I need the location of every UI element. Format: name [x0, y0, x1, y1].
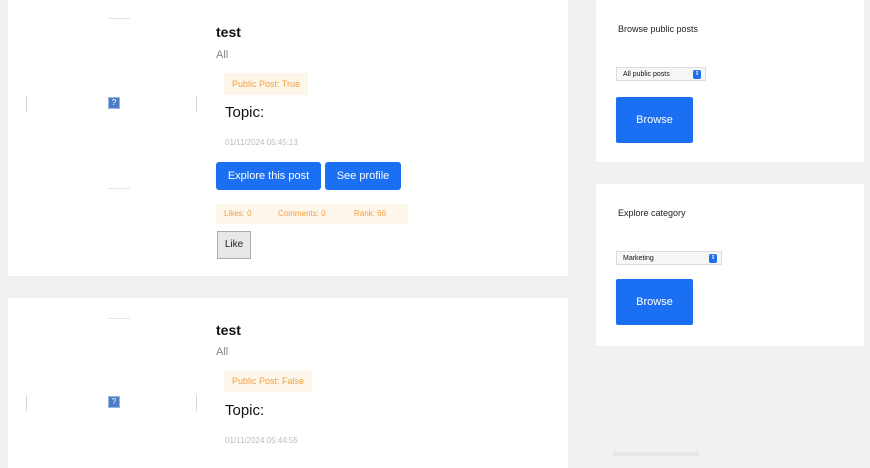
- thumbnail-frame-right: [196, 395, 197, 411]
- likes-count: Likes: 0: [224, 209, 252, 218]
- category-select[interactable]: Marketing ⇕: [616, 251, 722, 265]
- chevron-updown-icon: ⇕: [693, 70, 701, 79]
- browse-button[interactable]: Browse: [616, 97, 693, 143]
- post-title: test: [216, 322, 241, 338]
- post-title: test: [216, 24, 241, 40]
- browse-public-posts-panel: Browse public posts All public posts ⇕ B…: [596, 0, 864, 162]
- post-category: All: [216, 49, 229, 61]
- thumbnail-frame-right: [196, 96, 197, 112]
- thumbnail-frame-top: [108, 318, 130, 319]
- post-date: 01/11/2024 05:45:13: [225, 138, 298, 147]
- public-posts-select[interactable]: All public posts ⇕: [616, 67, 706, 81]
- broken-image-icon: ?: [108, 97, 120, 109]
- browse-category-button[interactable]: Browse: [616, 279, 693, 325]
- post-stats: Likes: 0 Comments: 0 Rank: 66: [216, 204, 408, 224]
- explore-post-button[interactable]: Explore this post: [216, 162, 321, 190]
- public-post-badge: Public Post: True: [224, 73, 309, 95]
- post-category: All: [216, 346, 229, 358]
- select-value: Marketing: [623, 255, 654, 262]
- select-value: All public posts: [623, 71, 670, 78]
- panel-title: Explore category: [618, 208, 686, 218]
- thumbnail-frame-top: [108, 18, 130, 19]
- chevron-updown-icon: ⇕: [709, 254, 717, 263]
- comments-count: Comments: 0: [278, 209, 326, 218]
- post-card: ? test All Public Post: True Topic: 01/1…: [8, 0, 568, 276]
- post-date: 01/11/2024 05:44:55: [225, 436, 298, 445]
- panel-title: Browse public posts: [618, 24, 699, 34]
- public-post-badge: Public Post: False: [224, 370, 313, 392]
- broken-image-icon: ?: [108, 396, 120, 408]
- see-profile-button[interactable]: See profile: [325, 162, 401, 190]
- thumbnail-frame-left: [26, 96, 27, 112]
- partial-element: [613, 452, 699, 456]
- post-card: ? test All Public Post: False Topic: 01/…: [8, 298, 568, 468]
- thumbnail-frame-bottom: [108, 188, 130, 189]
- like-button[interactable]: Like: [217, 231, 251, 259]
- explore-category-panel: Explore category Marketing ⇕ Browse: [596, 184, 864, 346]
- thumbnail-frame-left: [26, 395, 27, 411]
- post-topic: Topic:: [225, 104, 265, 121]
- post-topic: Topic:: [225, 402, 265, 419]
- rank-value: Rank: 66: [354, 209, 387, 218]
